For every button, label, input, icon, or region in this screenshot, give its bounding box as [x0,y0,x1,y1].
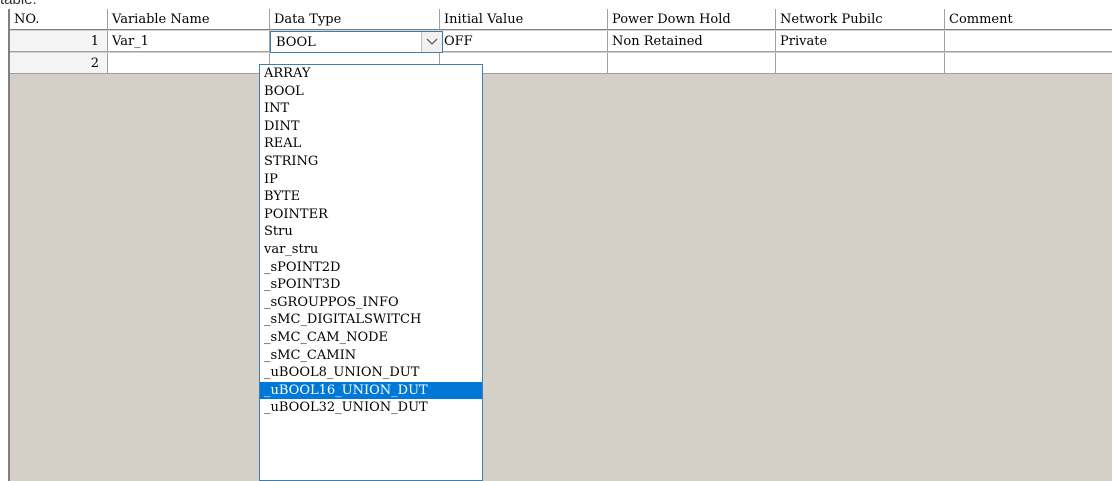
network-public-cell[interactable]: Private [776,31,945,52]
variable-name-cell[interactable] [108,53,270,74]
comment-cell[interactable] [945,53,1112,74]
dropdown-option[interactable]: _sMC_CAMIN [260,347,482,365]
chevron-down-icon[interactable] [421,32,442,52]
table-header: NO. Variable Name Data Type Initial Valu… [10,9,1112,31]
data-type-value: BOOL [276,35,316,50]
variable-table: NO. Variable Name Data Type Initial Valu… [8,9,1112,481]
data-type-dropdown-list[interactable]: ARRAY BOOL INT DINT REAL STRING IP BYTE … [259,64,483,481]
dropdown-option[interactable]: _sPOINT2D [260,259,482,277]
dropdown-option-selected[interactable]: _uBOOL16_UNION_DUT [260,381,482,400]
dropdown-option[interactable]: _sPOINT3D [260,276,482,294]
power-down-hold-cell[interactable]: Non Retained [608,31,776,52]
network-public-cell[interactable] [776,53,945,74]
dropdown-option[interactable]: BOOL [260,83,482,101]
dropdown-option[interactable]: STRING [260,153,482,171]
dropdown-option[interactable]: REAL [260,135,482,153]
variable-name-cell[interactable]: Var_1 [108,31,270,52]
dropdown-option[interactable]: DINT [260,118,482,136]
dropdown-option[interactable]: var_stru [260,241,482,259]
row-number[interactable]: 2 [10,53,108,74]
dropdown-option[interactable]: IP [260,171,482,189]
dropdown-option[interactable]: INT [260,100,482,118]
dropdown-option[interactable]: POINTER [260,206,482,224]
power-down-hold-cell[interactable] [608,53,776,74]
dropdown-option[interactable]: _sMC_DIGITALSWITCH [260,311,482,329]
dropdown-option[interactable]: _sMC_CAM_NODE [260,329,482,347]
column-header-power-down-hold[interactable]: Power Down Hold [608,9,776,30]
dropdown-option[interactable]: _sGROUPPOS_INFO [260,294,482,312]
initial-value-cell[interactable]: OFF [440,31,608,52]
column-header-variable-name[interactable]: Variable Name [108,9,270,30]
dropdown-option[interactable]: Stru [260,223,482,241]
data-type-combobox[interactable]: BOOL [270,31,443,53]
row-number[interactable]: 1 [10,31,108,52]
column-header-network-public[interactable]: Network Pubilc [776,9,945,30]
dropdown-option[interactable]: BYTE [260,188,482,206]
column-header-no[interactable]: NO. [10,9,108,30]
column-header-comment[interactable]: Comment [945,9,1112,30]
table-row: 2 [10,53,1112,75]
dropdown-option[interactable]: _uBOOL32_UNION_DUT [260,399,482,417]
dropdown-option[interactable]: ARRAY [260,65,482,83]
dropdown-option[interactable]: _uBOOL8_UNION_DUT [260,364,482,382]
column-header-initial-value[interactable]: Initial Value [440,9,608,30]
caption-text: table: [0,0,37,8]
table-row: 1 Var_1 OFF Non Retained Private BOOL [10,31,1112,53]
column-header-data-type[interactable]: Data Type [270,9,440,30]
comment-cell[interactable] [945,31,1112,52]
